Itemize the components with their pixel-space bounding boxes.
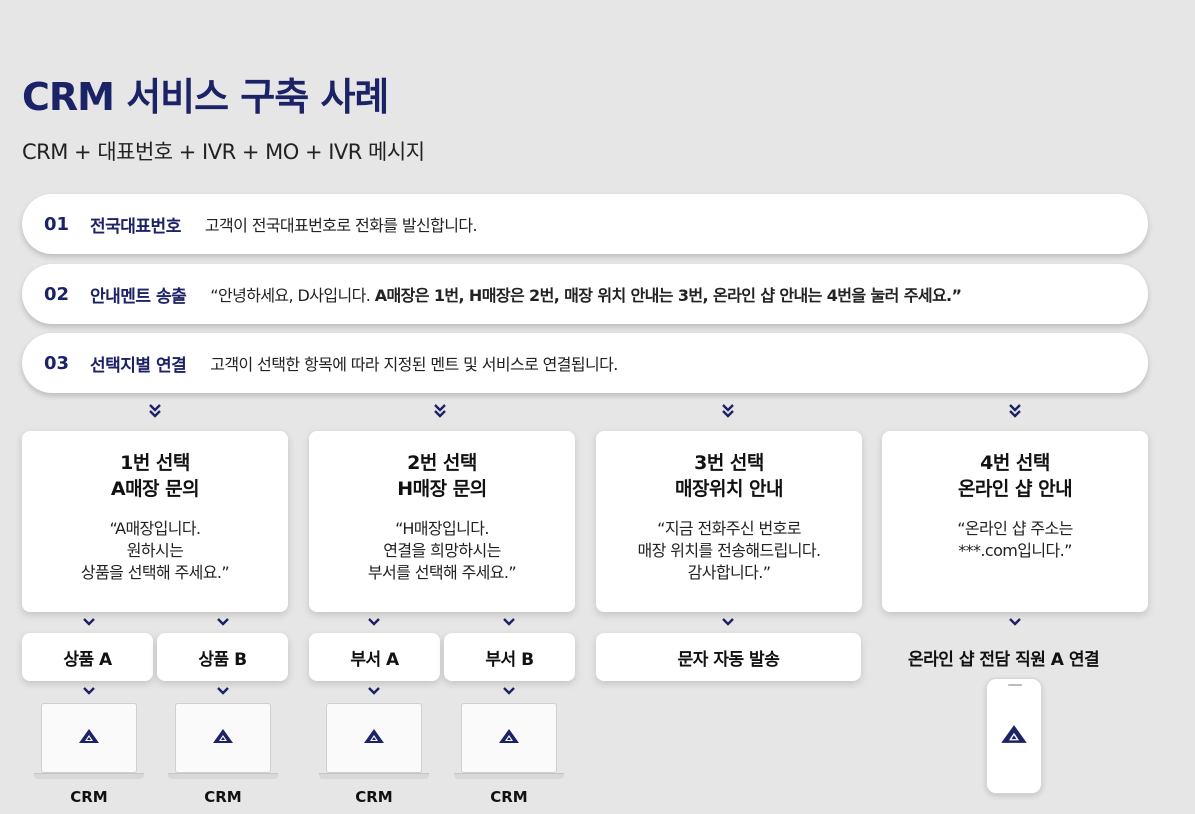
option-card-2: 2번 선택 H매장 문의 “H매장입니다. 연결을 희망하시는부서를 선택해 주세요… <box>309 431 575 612</box>
step-number: 02 <box>44 283 70 305</box>
double-chevron-down-icon <box>1007 404 1023 418</box>
option-subtitle: 온라인 샵 안내 <box>957 478 1073 500</box>
option-quote-line: “A매장입니다. <box>109 519 201 538</box>
option-quote-line: “지금 전화주신 번호로 <box>657 519 801 538</box>
chevron-down-icon <box>81 686 97 700</box>
step-02: 02 안내멘트 송출 “안녕하세요, D사입니다. A매장은 1번, H매장은 … <box>22 264 1148 324</box>
crm-label: CRM <box>490 788 528 806</box>
option-quote-line: 원하시는 <box>126 541 184 560</box>
step-01: 01 전국대표번호 고객이 전국대표번호로 전화를 발신합니다. <box>22 194 1148 254</box>
option-subtitle: 매장위치 안내 <box>675 478 784 500</box>
step-description: “안녕하세요, D사입니다. A매장은 1번, H매장은 2번, 매장 위치 안… <box>210 282 962 306</box>
option-quote-line: “H매장입니다. <box>395 519 489 538</box>
triangle-logo-icon <box>78 728 100 748</box>
chevron-down-icon <box>215 617 231 631</box>
laptop-crm <box>454 703 564 781</box>
triangle-logo-icon <box>212 728 234 748</box>
page-title: CRM 서비스 구축 사례 <box>22 75 389 119</box>
crm-label: CRM <box>70 788 108 806</box>
double-chevron-down-icon <box>147 404 163 418</box>
chevron-down-icon <box>501 686 517 700</box>
chevron-down-icon <box>1007 617 1023 631</box>
sub-department-b: 부서 B <box>444 633 575 681</box>
option-title: 3번 선택 <box>694 452 764 474</box>
option-title: 1번 선택 <box>120 452 190 474</box>
step-label: 선택지별 연결 <box>90 355 187 376</box>
step-03: 03 선택지별 연결 고객이 선택한 항목에 따라 지정된 멘트 및 서비스로 … <box>22 333 1148 393</box>
option-card-4: 4번 선택온라인 샵 안내 “온라인 샵 주소는 ***.com입니다.” <box>882 431 1148 612</box>
crm-label: CRM <box>355 788 393 806</box>
online-staff-connect: 온라인 샵 전담 직원 A 연결 <box>908 650 1100 670</box>
option-subtitle: H매장 문의 <box>397 478 487 500</box>
triangle-logo-icon <box>1000 723 1028 749</box>
option-subtitle: A매장 문의 <box>110 478 200 500</box>
double-chevron-down-icon <box>432 404 448 418</box>
chevron-down-icon <box>215 686 231 700</box>
step-label: 안내멘트 송출 <box>90 286 187 307</box>
triangle-logo-icon <box>363 728 385 748</box>
option-title: 2번 선택 <box>407 452 477 474</box>
mobile-phone <box>986 678 1042 794</box>
option-quote-line: 감사합니다.” <box>687 563 771 582</box>
sub-product-a: 상품 A <box>22 633 153 681</box>
sub-product-b: 상품 B <box>157 633 288 681</box>
laptop-crm <box>34 703 144 781</box>
step-description: 고객이 전국대표번호로 전화를 발신합니다. <box>204 216 478 235</box>
chevron-down-icon <box>366 617 382 631</box>
option-card-3: 3번 선택매장위치 안내 “지금 전화주신 번호로매장 위치를 전송해드립니다.… <box>596 431 862 612</box>
laptop-crm <box>319 703 429 781</box>
option-title: 4번 선택 <box>980 452 1050 474</box>
step-label: 전국대표번호 <box>90 216 181 237</box>
page-subtitle: CRM + 대표번호 + IVR + MO + IVR 메시지 <box>22 140 425 164</box>
chevron-down-icon <box>366 686 382 700</box>
sub-department-a: 부서 A <box>309 633 440 681</box>
double-chevron-down-icon <box>720 404 736 418</box>
laptop-crm <box>168 703 278 781</box>
option-quote-line: 상품을 선택해 주세요.” <box>80 563 230 582</box>
chevron-down-icon <box>720 617 736 631</box>
crm-label: CRM <box>204 788 242 806</box>
option-quote-line: 부서를 선택해 주세요.” <box>367 563 517 582</box>
option-quote-line: 연결을 희망하시는 <box>383 541 501 560</box>
option-quote-line: ***.com입니다.” <box>958 541 1072 560</box>
option-quote-line: 매장 위치를 전송해드립니다. <box>637 541 822 560</box>
step-description-plain: “안녕하세요, D사입니다. <box>210 286 375 305</box>
chevron-down-icon <box>501 617 517 631</box>
step-number: 01 <box>44 213 70 235</box>
step-number: 03 <box>44 352 70 374</box>
option-quote-line: “온라인 샵 주소는 <box>957 519 1073 538</box>
step-description-bold: A매장은 1번, H매장은 2번, 매장 위치 안내는 3번, 온라인 샵 안내… <box>374 286 962 305</box>
step-description: 고객이 선택한 항목에 따라 지정된 멘트 및 서비스로 연결됩니다. <box>210 355 618 374</box>
triangle-logo-icon <box>498 728 520 748</box>
sub-sms-auto-send: 문자 자동 발송 <box>596 633 861 681</box>
option-card-1: 1번 선택 A매장 문의 “A매장입니다. 원하시는상품을 선택해 주세요.” <box>22 431 288 612</box>
chevron-down-icon <box>81 617 97 631</box>
